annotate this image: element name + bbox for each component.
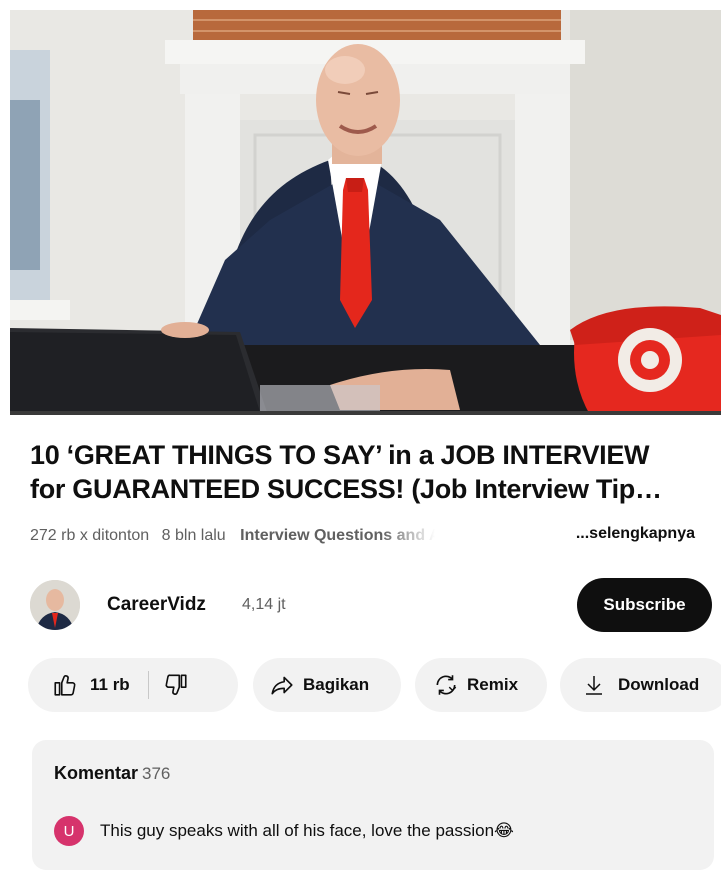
tags-fade <box>380 525 441 543</box>
thumbs-down-icon <box>165 674 187 695</box>
share-label: Bagikan <box>303 675 370 694</box>
video-title-line1: 10 ‘GREAT THINGS TO SAY’ in a JOB INTERV… <box>30 440 650 470</box>
download-button[interactable]: Download <box>560 658 721 712</box>
channel-row: CareerVidz 4,14 jt Subscribe <box>30 578 720 634</box>
like-divider <box>147 671 149 699</box>
remix-label: Remix <box>467 675 519 694</box>
view-count: 272 rb x ditonton <box>30 527 150 544</box>
like-button[interactable]: 11 rb <box>52 672 130 698</box>
channel-avatar[interactable] <box>30 580 80 630</box>
comments-heading: Komentar 376 <box>54 763 170 784</box>
action-bar: 11 rb Bagikan Remix Download <box>28 658 721 714</box>
upload-age: 8 bln lalu <box>161 527 226 544</box>
download-label: Download <box>618 675 700 694</box>
comments-count: 376 <box>142 764 171 783</box>
video-frame <box>10 10 721 415</box>
dislike-button[interactable] <box>163 672 189 698</box>
remix-button[interactable]: Remix <box>415 658 547 712</box>
remix-icon <box>436 675 457 695</box>
video-player[interactable] <box>10 10 721 415</box>
subscribe-button[interactable]: Subscribe <box>577 578 712 632</box>
video-title[interactable]: 10 ‘GREAT THINGS TO SAY’ in a JOB INTERV… <box>30 438 710 506</box>
share-arrow-icon <box>271 676 293 695</box>
comments-card[interactable]: Komentar 376 U This guy speaks with all o… <box>32 740 714 870</box>
thumbs-up-icon <box>54 675 76 696</box>
download-icon <box>586 676 602 695</box>
video-meta[interactable]: 272 rb x ditonton 8 bln lalu Interview Q… <box>30 525 710 549</box>
comments-title: Komentar <box>54 763 139 783</box>
subscriber-count: 4,14 jt <box>242 596 286 613</box>
show-more-link[interactable]: ...selengkapnya <box>576 525 695 543</box>
top-comment-text: This guy speaks with all of his face, lo… <box>100 821 514 840</box>
like-count: 11 rb <box>90 675 130 694</box>
video-title-line2: for GUARANTEED SUCCESS! (Job Interview T… <box>30 474 662 504</box>
channel-name[interactable]: CareerVidz <box>107 594 206 616</box>
commenter-avatar: U <box>54 816 84 846</box>
share-button[interactable]: Bagikan <box>253 658 401 712</box>
avatar-image <box>30 580 80 630</box>
like-dislike-group: 11 rb <box>28 658 238 712</box>
